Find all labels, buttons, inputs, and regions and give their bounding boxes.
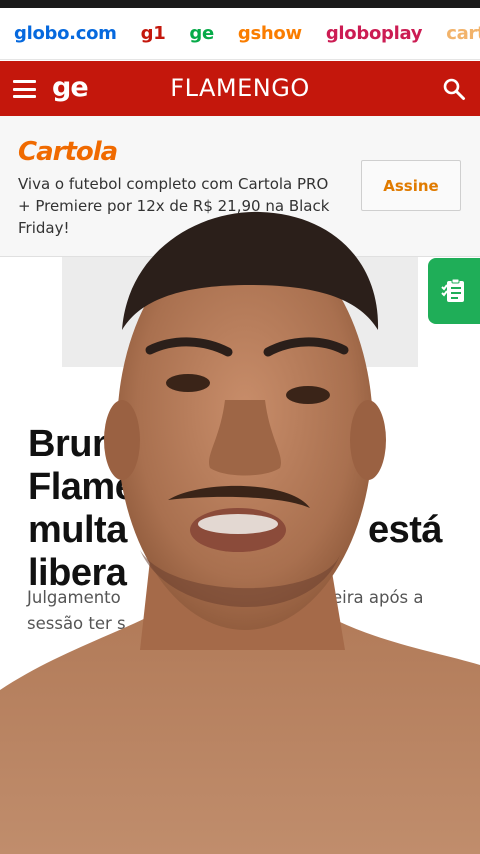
- portal-link-gshow[interactable]: gshow: [238, 23, 302, 44]
- cartola-logo: Cartola: [18, 137, 118, 167]
- portal-link-globoplay[interactable]: globoplay: [326, 23, 423, 44]
- portal-nav: globo.com g1 ge gshow globoplay cartola: [0, 8, 480, 60]
- portal-link-g1[interactable]: g1: [141, 23, 166, 44]
- svg-text:Cartola: Cartola: [18, 137, 117, 167]
- site-header: ge FLAMENGO: [0, 61, 480, 116]
- status-bar: [0, 0, 480, 8]
- portal-link-ge[interactable]: ge: [189, 23, 214, 44]
- presenter-video-overlay: [0, 211, 480, 854]
- search-icon[interactable]: [442, 77, 466, 101]
- portal-link-globo[interactable]: globo.com: [14, 23, 117, 44]
- page-title: FLAMENGO: [170, 74, 310, 102]
- portal-link-cartola[interactable]: cartola: [446, 23, 480, 44]
